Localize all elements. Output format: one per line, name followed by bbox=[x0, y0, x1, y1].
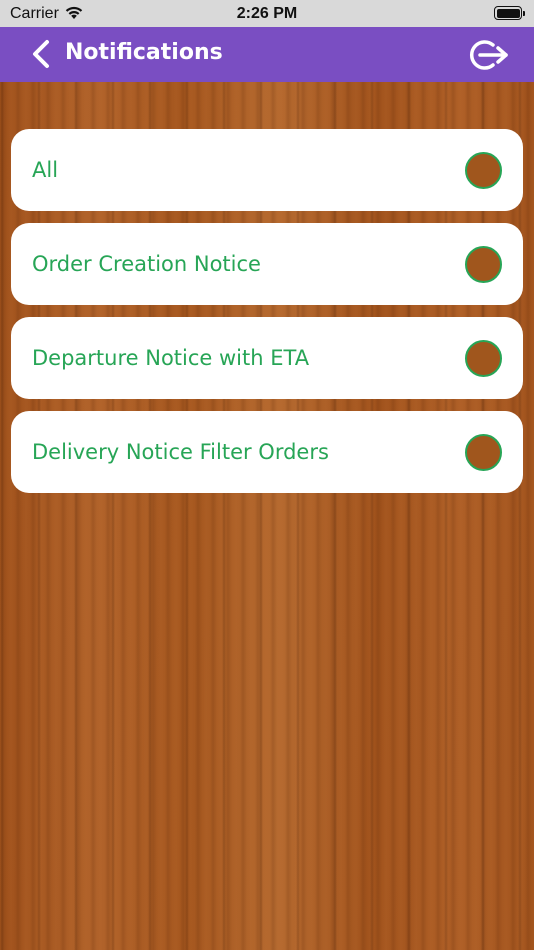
radio-button[interactable] bbox=[465, 340, 502, 377]
status-time: 2:26 PM bbox=[236, 5, 298, 22]
radio-button[interactable] bbox=[465, 152, 502, 189]
list-item-delivery-notice[interactable]: Delivery Notice Filter Orders bbox=[11, 411, 523, 493]
status-bar: Carrier 2:26 PM bbox=[0, 0, 534, 27]
radio-button[interactable] bbox=[465, 246, 502, 283]
logout-button[interactable] bbox=[466, 36, 510, 74]
back-button[interactable] bbox=[24, 37, 58, 71]
list-item-all[interactable]: All bbox=[11, 129, 523, 211]
list-item-label: Departure Notice with ETA bbox=[32, 346, 310, 370]
chevron-left-icon bbox=[33, 40, 49, 68]
list-item-departure-notice[interactable]: Departure Notice with ETA bbox=[11, 317, 523, 399]
notification-list: All Order Creation Notice Departure Noti… bbox=[11, 129, 523, 505]
page-title: Notifications bbox=[65, 40, 223, 65]
navigation-bar: Notifications bbox=[0, 27, 534, 82]
list-item-label: All bbox=[32, 158, 59, 182]
battery-icon bbox=[494, 6, 525, 20]
logout-icon bbox=[469, 40, 508, 70]
list-item-order-creation[interactable]: Order Creation Notice bbox=[11, 223, 523, 305]
radio-button[interactable] bbox=[465, 434, 502, 471]
list-item-label: Order Creation Notice bbox=[32, 252, 261, 276]
list-item-label: Delivery Notice Filter Orders bbox=[32, 440, 329, 464]
